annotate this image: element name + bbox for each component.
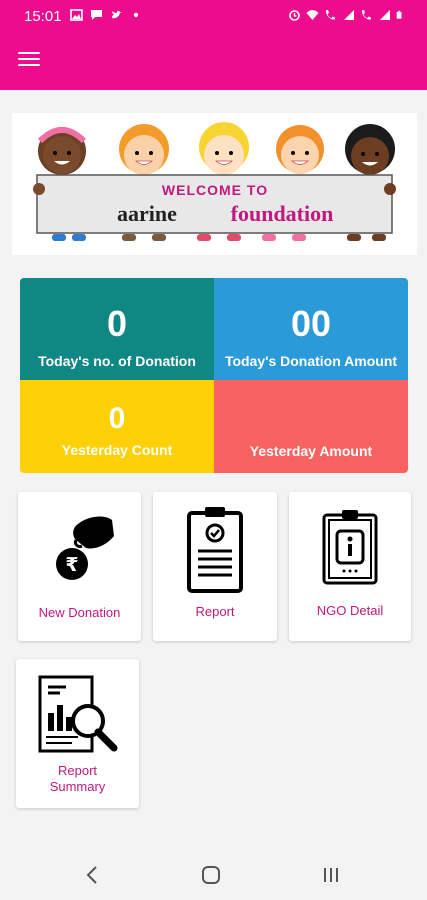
new-donation-tile[interactable]: ₹ New Donation (18, 492, 141, 641)
stat-yesterday-count[interactable]: 0 Yesterday Count (20, 380, 214, 473)
volte-call-icon (361, 10, 371, 20)
stat-today-donation-amount[interactable]: 00 Today's Donation Amount (214, 278, 408, 380)
image-icon (70, 9, 83, 21)
dot-icon (133, 12, 139, 18)
volte-call-icon (325, 10, 335, 20)
kid-1 (37, 127, 87, 175)
hamburger-menu-icon[interactable] (18, 52, 40, 70)
banner-word-foundation: foundation (231, 201, 334, 226)
home-icon[interactable] (201, 865, 221, 885)
message-icon (91, 10, 102, 20)
ngo-detail-tile[interactable]: NGO Detail (289, 492, 411, 641)
tile-label: New Donation (38, 605, 121, 620)
svg-text:₹: ₹ (65, 554, 78, 576)
status-bar: 15:01 (0, 0, 427, 34)
report-tile[interactable]: Report (153, 492, 277, 641)
kids-illustration: WELCOME TO aarine foundation (33, 122, 396, 241)
alarm-icon (289, 10, 300, 21)
stat-label: Today's Donation Amount (224, 353, 398, 369)
kid-5 (345, 124, 395, 175)
stat-value: 0 (108, 402, 126, 435)
app-bar (0, 34, 427, 90)
banner-welcome-text: WELCOME TO (162, 182, 268, 198)
donation-hand-icon: ₹ (56, 516, 114, 580)
tile-label-line1: Report (57, 763, 98, 778)
report-summary-tile[interactable]: Report Summary (16, 659, 139, 808)
tile-label: Report (195, 604, 235, 619)
recents-icon[interactable] (322, 865, 340, 885)
signal-icon (380, 10, 390, 20)
stat-value: 00 (290, 303, 332, 344)
tile-label: NGO Detail (316, 603, 384, 618)
system-nav-bar (0, 851, 427, 900)
status-right-icons (288, 9, 405, 21)
stat-today-donation-count[interactable]: 0 Today's no. of Donation (20, 278, 214, 380)
banner-word-aarine: aarine (117, 201, 177, 226)
battery-icon (396, 10, 402, 19)
stat-label: Yesterday Amount (249, 443, 373, 459)
stat-value: 0 (106, 303, 128, 344)
kid-3 (199, 122, 249, 175)
kid-2 (119, 124, 169, 175)
back-icon[interactable] (85, 865, 99, 885)
stat-yesterday-amount[interactable]: Yesterday Amount (214, 380, 408, 473)
report-magnifier-icon (38, 675, 118, 753)
tile-label-line2: Summary (49, 779, 106, 794)
clipboard-report-icon (187, 507, 243, 593)
status-left-icons (70, 9, 143, 21)
welcome-banner: WELCOME TO aarine foundation (12, 113, 417, 255)
status-time: 15:01 (24, 8, 62, 25)
wifi-icon (306, 10, 319, 20)
twitter-icon (112, 10, 122, 19)
info-clipboard-icon (322, 510, 378, 585)
stats-grid: 0 Today's no. of Donation 00 Today's Don… (20, 278, 408, 473)
kid-4 (276, 125, 324, 174)
signal-icon (344, 10, 354, 20)
stat-label: Yesterday Count (61, 442, 173, 458)
stat-label: Today's no. of Donation (38, 353, 196, 369)
